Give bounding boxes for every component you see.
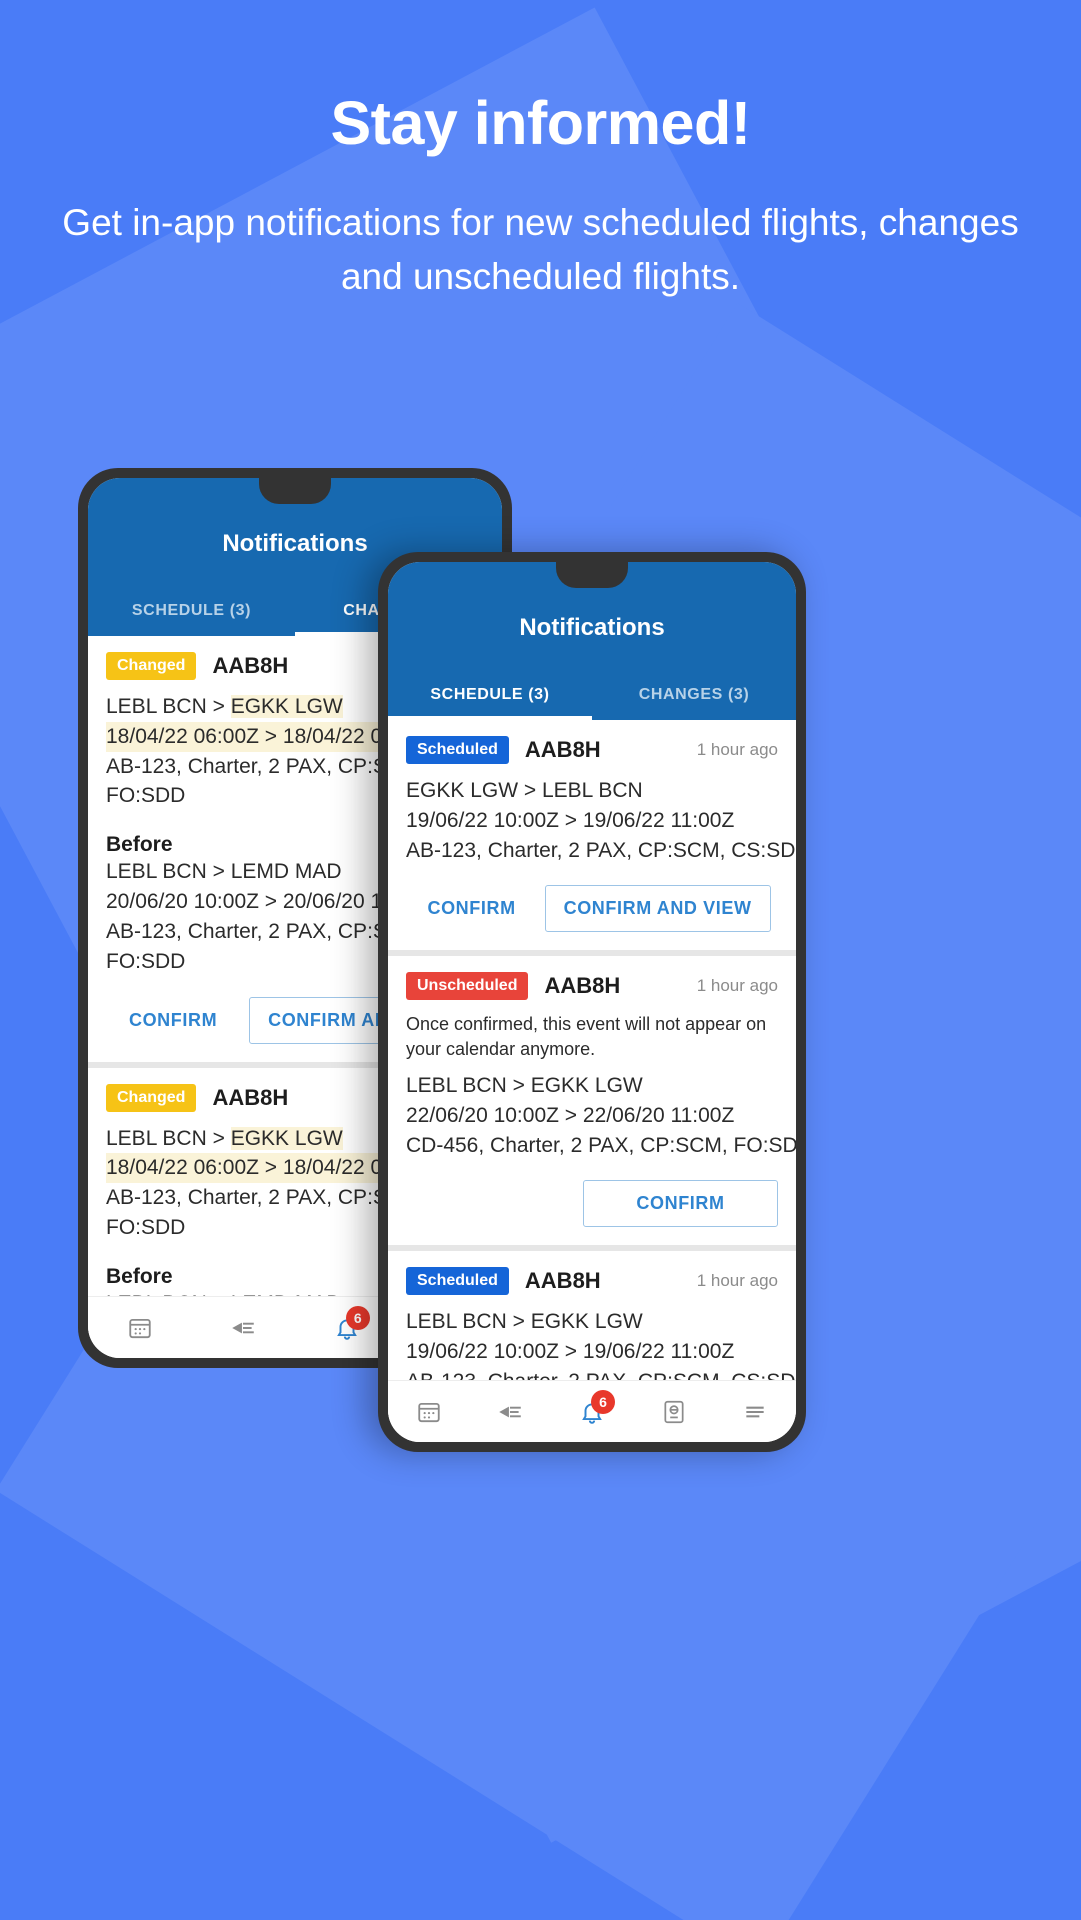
front-tabs: SCHEDULE (3) CHANGES (3) [388,672,796,720]
confirm-button[interactable]: CONFIRM [115,998,231,1043]
times-line: 19/06/22 10:00Z > 19/06/22 11:00Z [406,808,735,832]
tab-schedule[interactable]: SCHEDULE (3) [88,588,295,636]
route-line: EGKK LGW > LEBL BCN [406,779,643,802]
front-bottom-nav[interactable]: 6 [388,1380,796,1442]
flight-schedule-icon [499,1406,522,1417]
confirm-and-view-button[interactable]: CONFIRM AND VIEW [544,885,771,933]
phone-front-screen: Notifications SCHEDULE (3) CHANGES (3) S… [388,562,796,1442]
times-line: 19/06/22 10:00Z > 19/06/22 11:00Z [406,1340,735,1364]
page-subtitle: Get in-app notifications for new schedul… [62,202,1019,297]
phone-front: Notifications SCHEDULE (3) CHANGES (3) S… [378,552,806,1452]
detail-line: CD-456, Charter, 2 PAX, CP:SCM, FO:SDD [406,1133,796,1157]
notification-card[interactable]: Unscheduled AAB8H 1 hour ago Once confir… [388,956,796,1246]
route-line: LEBL BCN > EGKK LGW [406,1310,643,1334]
tab-schedule[interactable]: SCHEDULE (3) [388,672,592,720]
flight-code: AAB8H [524,737,601,762]
calendar-icon [418,1402,440,1422]
card-header: Unscheduled AAB8H 1 hour ago [406,972,778,1001]
nav-notifications[interactable]: 6 [569,1389,615,1432]
detail-line: AB-123, Charter, 2 PAX, CP:SCM, CS:SDD [406,838,796,862]
route-origin: LEBL BCN > [106,1126,231,1150]
status-badge: Changed [106,652,197,680]
nav-calendar[interactable] [117,1308,163,1348]
timestamp: 1 hour ago [696,1271,778,1291]
timestamp: 1 hour ago [696,976,778,996]
nav-calendar[interactable] [406,1392,452,1432]
phone-notch [556,562,628,588]
nav-flight-schedule[interactable] [487,1392,533,1432]
status-badge: Scheduled [406,1267,509,1296]
confirm-button[interactable]: CONFIRM [413,886,529,931]
promo-screenshot: Stay informed! Get in-app notifications … [0,0,1081,1920]
timestamp: 1 hour ago [696,740,778,759]
flight-code: AAB8H [212,1084,289,1110]
route-origin: LEBL BCN > [106,695,231,718]
notification-count-badge: 6 [345,1305,370,1330]
nav-notifications[interactable]: 6 [324,1305,370,1348]
flight-code: AAB8H [524,1268,601,1294]
route-line: LEBL BCN > EGKK LGW [406,1074,643,1098]
flight-code: AAB8H [212,653,289,678]
card-header: Scheduled AAB8H 1 hour ago [406,736,778,764]
times-line: 22/06/20 10:00Z > 22/06/20 11:00Z [406,1103,735,1127]
status-badge: Changed [106,1083,197,1112]
phone-notch [259,478,331,504]
card-header: Scheduled AAB8H 1 hour ago [406,1267,778,1296]
passport-icon [664,1400,684,1423]
status-badge: Scheduled [406,736,509,764]
tab-changes[interactable]: CHANGES (3) [592,672,796,720]
flight-code: AAB8H [544,973,621,999]
card-note: Once confirmed, this event will not appe… [406,1014,767,1059]
menu-icon [746,1406,764,1417]
notification-card[interactable]: Scheduled AAB8H 1 hour ago EGKK LGW > LE… [388,720,796,951]
nav-menu[interactable] [732,1392,778,1432]
calendar-icon [129,1318,151,1338]
page-title: Stay informed! [330,89,751,157]
card-actions: CONFIRM CONFIRM AND VIEW [406,885,778,942]
nav-flight-schedule[interactable] [220,1308,266,1348]
confirm-button[interactable]: CONFIRM [583,1180,778,1228]
front-appbar-title: Notifications [519,614,665,641]
nav-passport[interactable] [651,1392,697,1432]
status-badge: Unscheduled [406,972,529,1001]
route-destination-changed: EGKK LGW [230,695,343,718]
flight-schedule-icon [232,1322,255,1333]
notification-count-badge: 6 [590,1389,615,1414]
card-actions: CONFIRM [406,1180,778,1237]
route-destination-changed: EGKK LGW [230,1126,343,1150]
front-notification-list[interactable]: Scheduled AAB8H 1 hour ago EGKK LGW > LE… [388,720,796,1442]
